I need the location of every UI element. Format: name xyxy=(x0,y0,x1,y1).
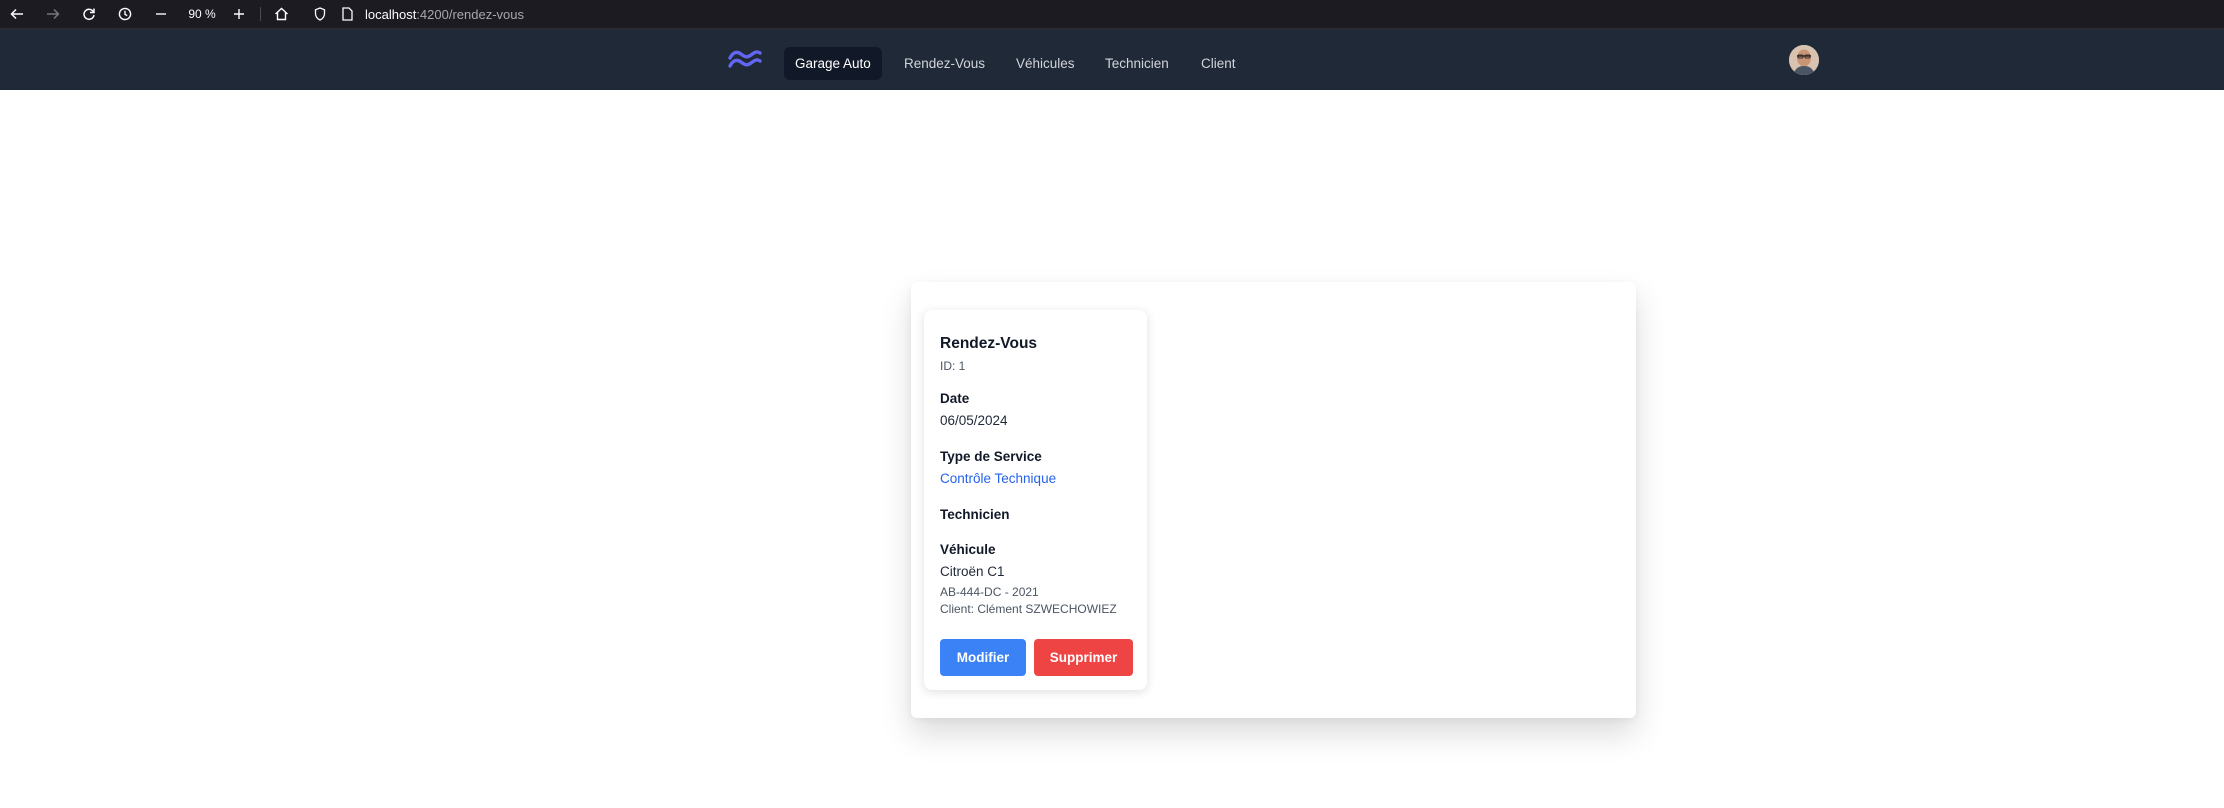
address-bar[interactable]: localhost:4200/rendez-vous xyxy=(365,0,2224,28)
appointment-id: ID: 1 xyxy=(940,359,966,373)
zoom-level[interactable]: 90 % xyxy=(182,5,222,23)
page-icon xyxy=(336,0,358,28)
shield-icon[interactable] xyxy=(309,0,331,28)
nav-item-garage-auto[interactable]: Garage Auto xyxy=(784,47,882,80)
date-label: Date xyxy=(940,391,970,406)
back-arrow-icon[interactable] xyxy=(6,0,28,28)
tailwind-logo-icon[interactable] xyxy=(728,49,762,71)
app-navbar: Garage Auto Rendez-Vous Véhicules Techni… xyxy=(0,30,2224,90)
vehicule-client: Client: Clément SZWECHOWIEZ xyxy=(940,602,1117,616)
vehicule-plate-year: AB-444-DC - 2021 xyxy=(940,585,1039,599)
modify-button[interactable]: Modifier xyxy=(940,639,1026,676)
browser-toolbar: 90 % localhost:4200/rendez-vous xyxy=(0,0,2224,28)
service-type-label: Type de Service xyxy=(940,449,1042,464)
user-avatar[interactable] xyxy=(1789,45,1819,75)
service-type-value: Contrôle Technique xyxy=(940,471,1057,486)
history-icon[interactable] xyxy=(114,0,136,28)
url-host: localhost xyxy=(365,6,417,22)
reload-icon[interactable] xyxy=(78,0,100,28)
zoom-in-icon[interactable] xyxy=(228,0,250,28)
vehicule-model: Citroën C1 xyxy=(940,564,1005,579)
card-title: Rendez-Vous xyxy=(940,335,1038,352)
home-icon[interactable] xyxy=(270,0,292,28)
delete-button[interactable]: Supprimer xyxy=(1034,639,1133,676)
zoom-out-icon[interactable] xyxy=(150,0,172,28)
technicien-label: Technicien xyxy=(940,507,1010,522)
nav-item-vehicules[interactable]: Véhicules xyxy=(1005,47,1086,80)
vehicule-label: Véhicule xyxy=(940,542,996,557)
date-value: 06/05/2024 xyxy=(940,413,1008,428)
toolbar-separator xyxy=(260,7,261,21)
nav-item-client[interactable]: Client xyxy=(1190,47,1247,80)
nav-item-technicien[interactable]: Technicien xyxy=(1094,47,1180,80)
url-path: :4200/rendez-vous xyxy=(416,6,524,22)
nav-item-rendez-vous[interactable]: Rendez-Vous xyxy=(893,47,996,80)
forward-arrow-icon[interactable] xyxy=(42,0,64,28)
